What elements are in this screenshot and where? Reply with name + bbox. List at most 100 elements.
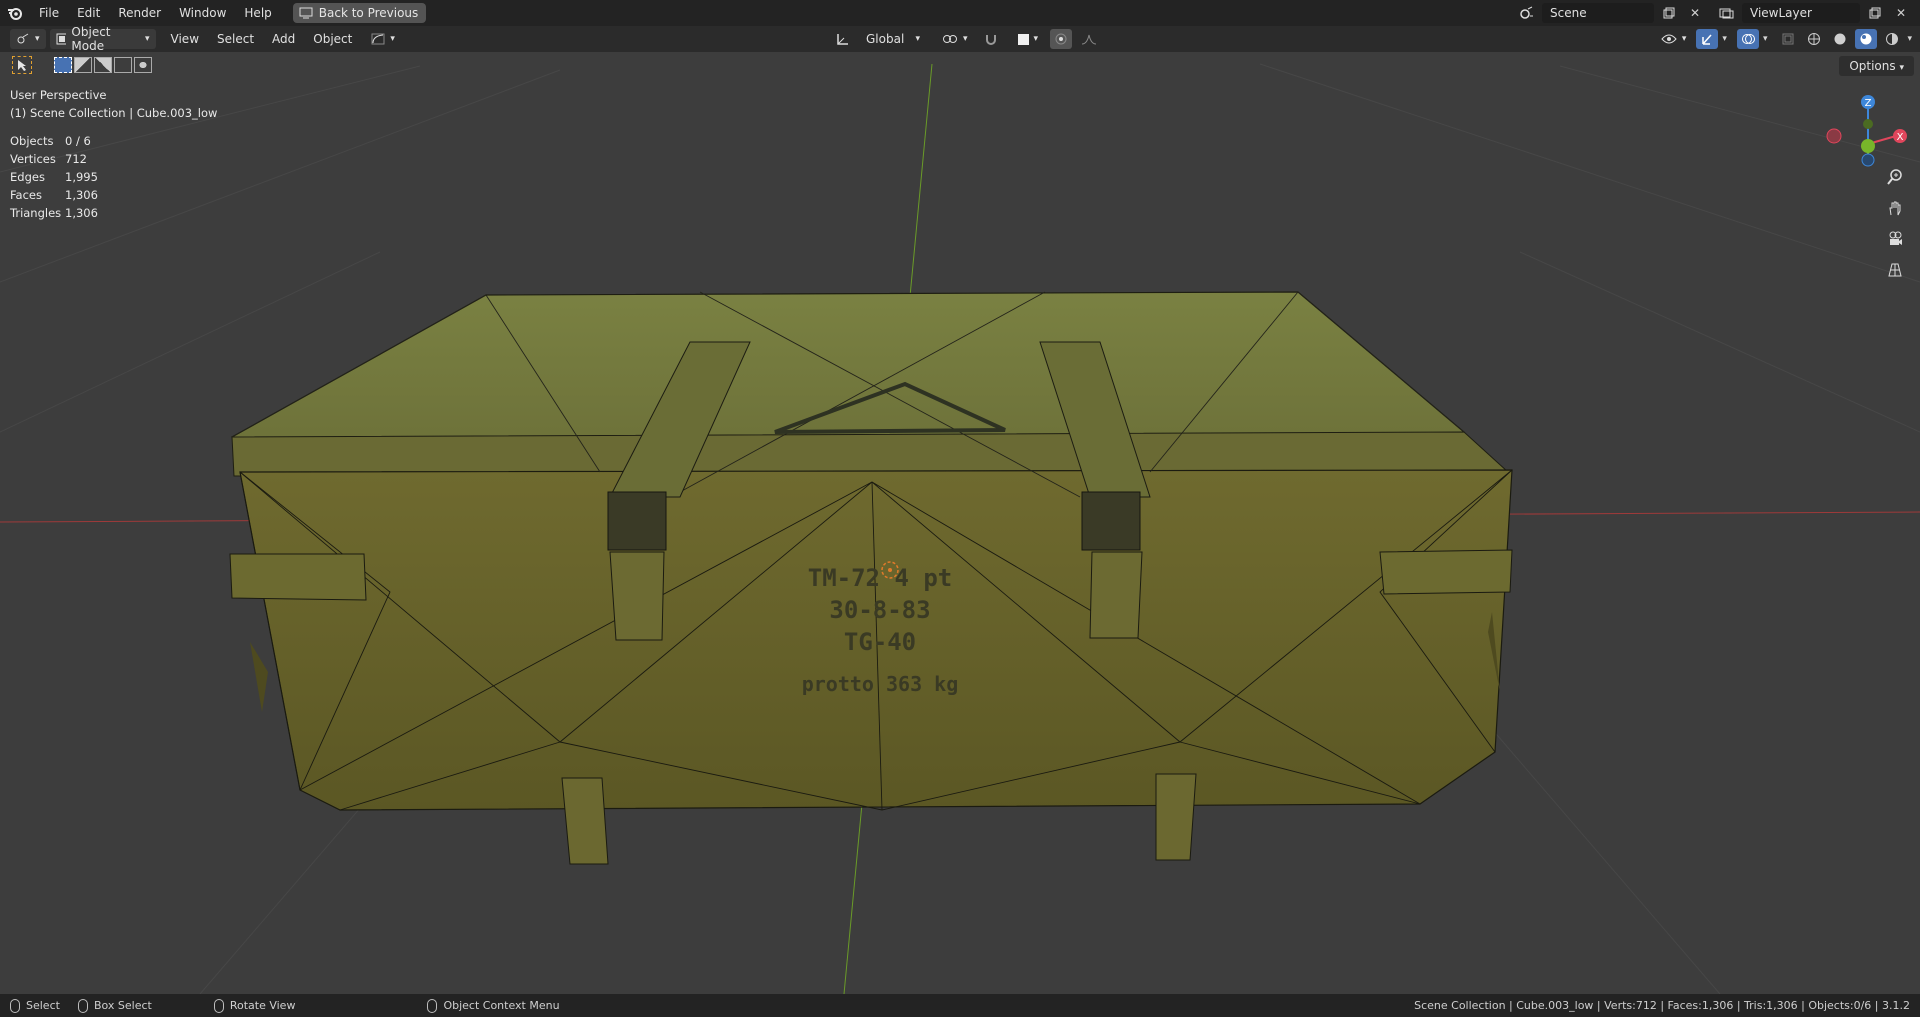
- delete-scene-icon[interactable]: ✕: [1684, 3, 1706, 23]
- visibility-dropdown[interactable]: ▾: [1655, 29, 1693, 49]
- back-to-previous-button[interactable]: Back to Previous: [292, 3, 427, 23]
- svg-text:X: X: [1897, 132, 1904, 143]
- chevron-down-icon: ▾: [35, 34, 40, 44]
- snap-toggle-icon[interactable]: [980, 29, 1002, 49]
- status-box-select-label: Box Select: [93, 999, 152, 1012]
- subtract-selection-icon[interactable]: [94, 57, 112, 73]
- menu-render[interactable]: Render: [109, 0, 170, 26]
- chevron-down-icon[interactable]: ▾: [1763, 34, 1768, 44]
- back-to-previous-label: Back to Previous: [318, 6, 419, 20]
- scene-name-field[interactable]: Scene: [1542, 3, 1654, 23]
- options-label: Options: [1849, 59, 1896, 73]
- select-tool-icon[interactable]: [12, 56, 32, 74]
- status-rotate-view: Rotate View: [213, 998, 295, 1013]
- solid-shading-icon[interactable]: [1829, 29, 1851, 49]
- mode-label: Object Mode: [71, 25, 111, 53]
- transform-pivot-dropdown[interactable]: ▾: [365, 29, 401, 49]
- mode-dropdown[interactable]: Object Mode ▾: [49, 25, 156, 53]
- stat-label: Edges: [10, 170, 45, 184]
- mouse-drag-icon: [77, 998, 88, 1013]
- collection-label: (1) Scene Collection | Cube.003_low: [10, 106, 218, 120]
- snap-target-dropdown[interactable]: ▾: [1012, 29, 1045, 49]
- stat-label: Vertices: [10, 152, 56, 166]
- xray-toggle-icon[interactable]: [1777, 29, 1799, 49]
- status-context-menu: Object Context Menu: [427, 998, 560, 1013]
- stat-value: 712: [65, 152, 87, 166]
- stat-value: 1,306: [65, 206, 98, 220]
- tool-settings-row: [12, 56, 152, 74]
- crate-stencil-text: TM-72 4 pt 30-8-83 TG-40 protto 363 kg: [780, 562, 980, 700]
- viewport-info: User Perspective (1) Scene Collection | …: [10, 86, 217, 122]
- svg-text:Z: Z: [1865, 98, 1872, 109]
- viewport-navigation-column: [1882, 166, 1908, 281]
- mouse-middle-icon: [213, 998, 224, 1013]
- status-select: Select: [10, 998, 60, 1013]
- chevron-down-icon: ▾: [390, 34, 395, 44]
- crate-text-line-1: TM-72 4 pt: [807, 564, 953, 592]
- menu-edit[interactable]: Edit: [68, 0, 109, 26]
- zoom-icon[interactable]: [1882, 166, 1908, 188]
- camera-icon[interactable]: [1882, 228, 1908, 250]
- stat-label: Faces: [10, 188, 42, 202]
- intersect-selection-icon[interactable]: [134, 57, 152, 73]
- chevron-down-icon: ▾: [1899, 63, 1904, 73]
- overlays-toggle-icon[interactable]: [1736, 29, 1759, 49]
- gizmo-y-axis: [1861, 139, 1875, 153]
- chevron-down-icon[interactable]: ▾: [1722, 34, 1727, 44]
- orientation-icon: [837, 34, 848, 45]
- options-dropdown[interactable]: Options ▾: [1839, 56, 1914, 76]
- orientation-label: Global: [866, 32, 905, 46]
- status-box-select: Box Select: [77, 998, 152, 1013]
- status-context-menu-label: Object Context Menu: [443, 999, 560, 1012]
- set-new-selection-icon[interactable]: [54, 57, 72, 73]
- falloff-icon[interactable]: [1078, 29, 1100, 49]
- invert-selection-icon[interactable]: [114, 57, 132, 73]
- view-layer-name: ViewLayer: [1750, 6, 1812, 20]
- scene-browse-icon[interactable]: [1516, 3, 1538, 23]
- perspective-label: User Perspective: [10, 88, 107, 102]
- chevron-down-icon: ▾: [915, 34, 920, 44]
- scene-statistics-text: Scene Collection | Cube.003_low | Verts:…: [1414, 999, 1910, 1012]
- 3d-viewport[interactable]: TM-72 4 pt 30-8-83 TG-40 protto 363 kg O…: [0, 52, 1920, 994]
- scene-name: Scene: [1550, 6, 1587, 20]
- new-view-layer-icon[interactable]: [1864, 3, 1886, 23]
- material-preview-shading-icon[interactable]: [1855, 29, 1878, 49]
- link-icon: [943, 35, 957, 43]
- chevron-down-icon: ▾: [145, 34, 150, 44]
- menu-add[interactable]: Add: [263, 26, 304, 52]
- wireframe-shading-icon[interactable]: [1803, 29, 1825, 49]
- eye-icon: [1661, 34, 1677, 44]
- gizmo-neg-x-axis: [1826, 128, 1842, 144]
- chevron-down-icon: ▾: [963, 34, 968, 44]
- crate-text-line-4: protto 363 kg: [801, 672, 959, 696]
- gizmo-neg-z-axis: [1861, 153, 1875, 167]
- rendered-shading-icon[interactable]: [1881, 29, 1903, 49]
- status-select-label: Select: [26, 999, 60, 1012]
- navigation-gizmo[interactable]: Z X: [1820, 84, 1910, 174]
- view-layer-browse-icon[interactable]: [1716, 3, 1738, 23]
- delete-view-layer-icon[interactable]: ✕: [1890, 3, 1912, 23]
- menu-window[interactable]: Window: [170, 0, 235, 26]
- hand-pan-icon[interactable]: [1882, 197, 1908, 219]
- view-layer-field[interactable]: ViewLayer: [1742, 3, 1860, 23]
- chevron-down-icon: ▾: [1681, 34, 1687, 44]
- editor-type-dropdown[interactable]: ▾: [10, 29, 46, 49]
- menu-object[interactable]: Object: [304, 26, 361, 52]
- proportional-edit-icon[interactable]: [1050, 29, 1073, 49]
- pivot-point-dropdown[interactable]: ▾: [936, 29, 974, 49]
- snap-increment-icon: [1017, 33, 1029, 45]
- top-menu-bar: File Edit Render Window Help Back to Pre…: [0, 0, 1920, 26]
- menu-help[interactable]: Help: [235, 0, 280, 26]
- gizmo-toggle-icon[interactable]: [1696, 29, 1719, 49]
- crate-text-line-3: TG-40: [843, 628, 917, 656]
- stat-label: Objects: [10, 134, 54, 148]
- chevron-down-icon[interactable]: ▾: [1907, 34, 1912, 44]
- menu-view[interactable]: View: [162, 26, 208, 52]
- menu-file[interactable]: File: [30, 0, 68, 26]
- new-scene-icon[interactable]: [1658, 3, 1680, 23]
- orientation-dropdown[interactable]: Global ▾: [860, 29, 926, 49]
- menu-select[interactable]: Select: [208, 26, 263, 52]
- extend-selection-icon[interactable]: [74, 57, 92, 73]
- grid-perspective-icon[interactable]: [1882, 259, 1908, 281]
- blender-logo-icon[interactable]: [0, 0, 30, 26]
